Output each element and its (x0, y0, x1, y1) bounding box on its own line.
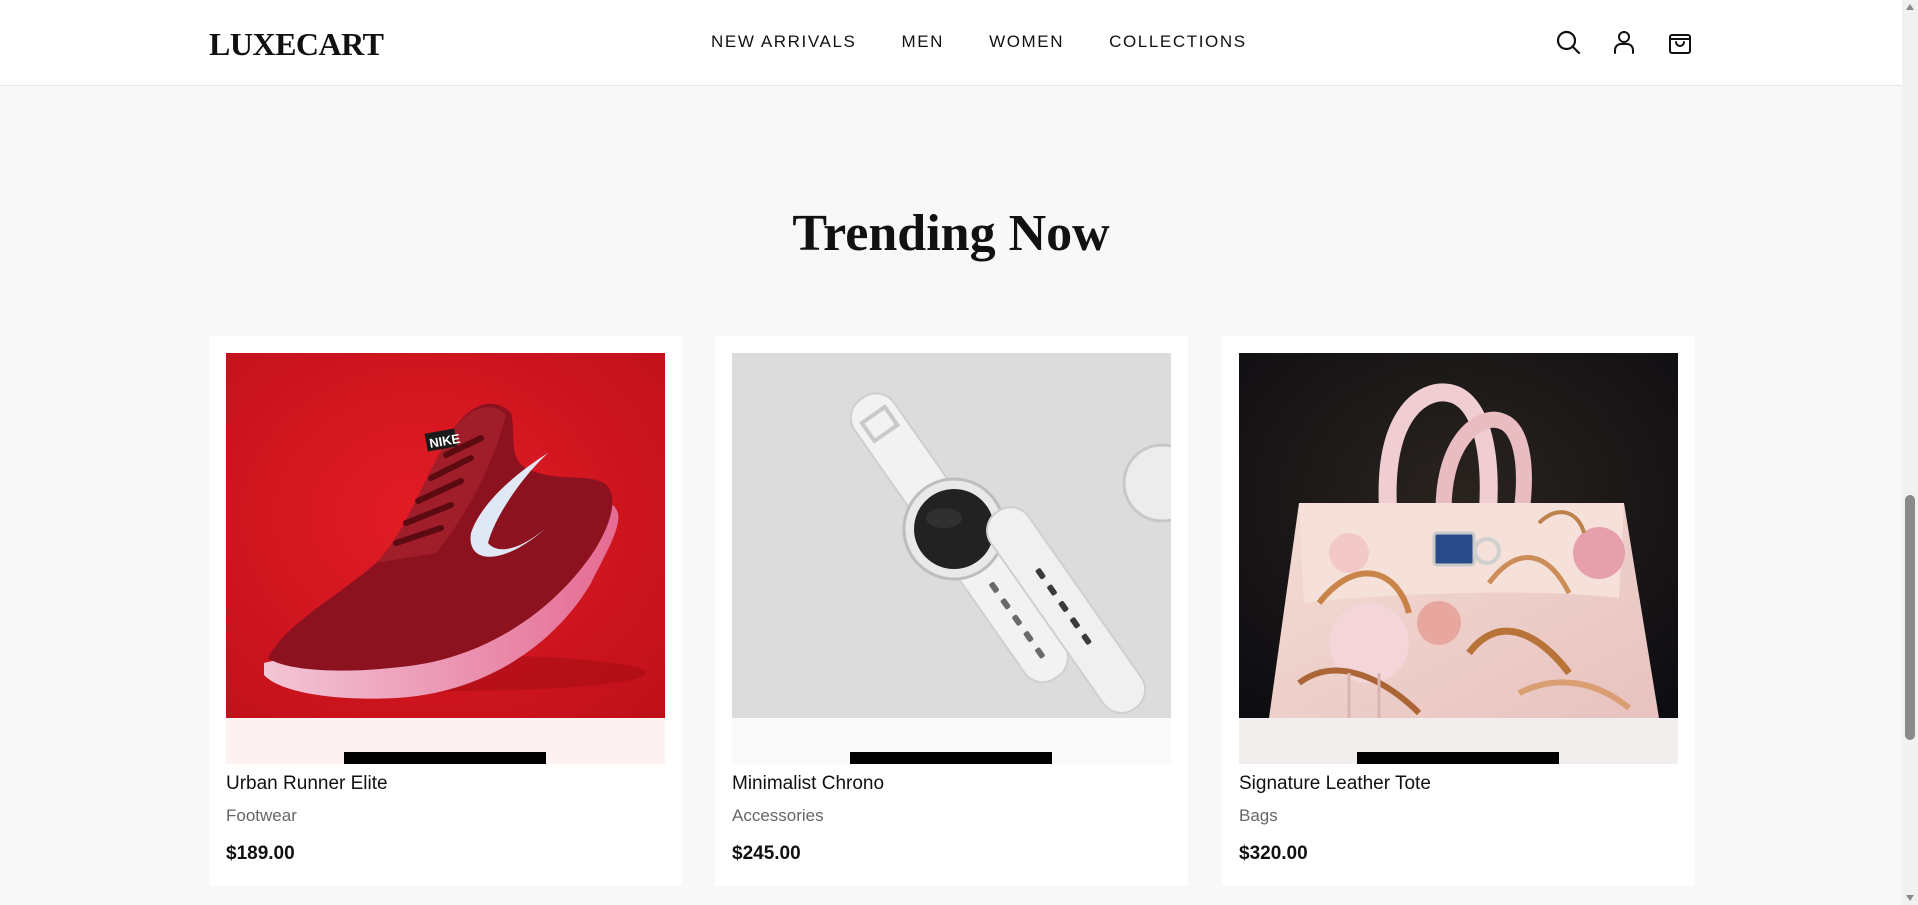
product-image[interactable] (1239, 353, 1678, 764)
user-icon[interactable] (1610, 28, 1638, 56)
white-smartwatch-image (732, 353, 1171, 718)
product-name[interactable]: Urban Runner Elite (226, 771, 388, 797)
red-sneaker-image: NIKE (226, 353, 665, 718)
scroll-thumb[interactable] (1905, 495, 1915, 740)
product-price: $189.00 (226, 843, 295, 864)
product-image[interactable]: NIKE (226, 353, 665, 764)
logo[interactable]: LUXECART (209, 24, 384, 64)
product-price: $245.00 (732, 843, 801, 864)
product-card[interactable]: NIKE Urban Runner Elite Footwear $189.00 (209, 336, 682, 886)
product-card[interactable]: Minimalist Chrono Accessories $245.00 (715, 336, 1188, 886)
scroll-up-arrow[interactable] (1906, 4, 1914, 10)
product-image[interactable] (732, 353, 1171, 764)
product-category: Footwear (226, 806, 297, 825)
add-to-cart-button[interactable] (850, 752, 1052, 764)
nav-women[interactable]: WOMEN (989, 30, 1064, 54)
product-category: Accessories (732, 806, 824, 825)
section-title: Trending Now (792, 205, 1110, 262)
site-header: LUXECART NEW ARRIVALS MEN WOMEN COLLECTI… (0, 0, 1902, 86)
add-to-cart-button[interactable] (1357, 752, 1559, 764)
floral-handbag-image (1239, 353, 1678, 718)
nav-collections[interactable]: COLLECTIONS (1109, 30, 1247, 54)
scroll-down-arrow[interactable] (1906, 895, 1914, 901)
nav-new-arrivals[interactable]: NEW ARRIVALS (711, 30, 856, 54)
add-to-cart-button[interactable] (344, 752, 546, 764)
product-name[interactable]: Minimalist Chrono (732, 771, 884, 797)
search-icon[interactable] (1554, 28, 1582, 56)
product-card[interactable]: Signature Leather Tote Bags $320.00 (1222, 336, 1695, 886)
product-category: Bags (1239, 806, 1278, 825)
shopping-bag-icon[interactable] (1666, 28, 1694, 56)
nav-men[interactable]: MEN (901, 30, 944, 54)
product-price: $320.00 (1239, 843, 1308, 864)
main-nav: NEW ARRIVALS MEN WOMEN COLLECTIONS (711, 30, 1247, 54)
page-scrollbar[interactable] (1902, 0, 1918, 905)
product-name[interactable]: Signature Leather Tote (1239, 771, 1431, 797)
header-icons (1554, 28, 1694, 56)
